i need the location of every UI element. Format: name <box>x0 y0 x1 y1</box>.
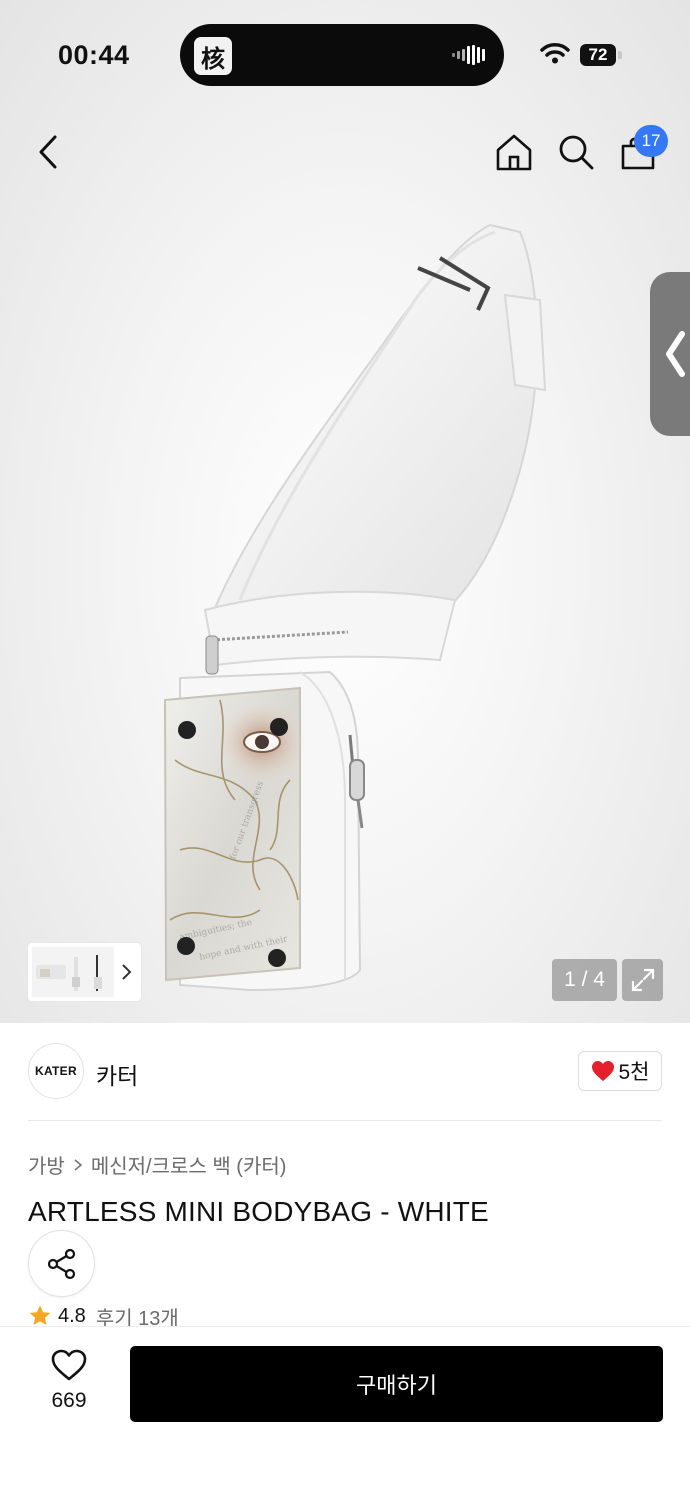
buy-button[interactable]: 구매하기 <box>130 1346 663 1422</box>
home-icon <box>496 134 532 171</box>
brand-like-button[interactable]: 5천 <box>578 1051 662 1091</box>
heart-filled-icon <box>591 1061 614 1081</box>
battery-tip <box>618 51 622 59</box>
thumbnail-images <box>32 947 114 997</box>
island-app-icon: 核 <box>194 37 232 75</box>
back-chevron-icon <box>39 135 57 169</box>
brand-like-count: 5천 <box>618 1061 650 1084</box>
product-image-gallery[interactable]: for our transgress ambiguities; the hope… <box>0 0 690 1023</box>
rating-score: 4.8 <box>58 1304 86 1327</box>
brand-name[interactable]: 카터 <box>96 1057 138 1091</box>
expand-icon <box>631 968 654 992</box>
bottom-action-bar: 669 구매하기 <box>0 1326 690 1500</box>
star-icon <box>29 1305 51 1325</box>
review-count-link[interactable]: 후기 13개 <box>96 1304 179 1329</box>
breadcrumb-category[interactable]: 가방 <box>28 1150 65 1179</box>
breadcrumb-subcategory[interactable]: 메신저/크로스 백 (카터) <box>91 1150 287 1179</box>
brand-logo[interactable]: KATER <box>28 1043 84 1099</box>
battery-indicator: 72 <box>580 44 616 66</box>
breadcrumb: 가방 메신저/크로스 백 (카터) <box>28 1150 286 1179</box>
search-icon <box>559 135 594 170</box>
side-panel-handle[interactable] <box>650 272 690 436</box>
status-time: 00:44 <box>58 40 130 70</box>
dynamic-island: 核 <box>180 24 504 86</box>
thumbnail-preview <box>36 955 102 991</box>
search-button[interactable] <box>552 128 600 176</box>
divider <box>28 1120 662 1121</box>
cart-count-badge: 17 <box>634 125 668 157</box>
rating-row[interactable]: 4.8 후기 13개 <box>28 1304 179 1328</box>
share-button[interactable] <box>28 1230 95 1297</box>
product-title: ARTLESS MINI BODYBAG - WHITE <box>28 1196 489 1227</box>
fullscreen-button[interactable] <box>622 959 663 1001</box>
back-button[interactable] <box>24 128 72 176</box>
image-page-counter: 1 / 4 <box>552 959 617 1001</box>
heart-outline-icon <box>51 1349 87 1381</box>
chevron-right-icon <box>74 1158 83 1171</box>
chevron-right-icon <box>122 964 132 980</box>
wifi-icon <box>540 43 570 64</box>
chevron-left-icon <box>666 331 685 377</box>
brand-row[interactable]: KATER 카터 5천 <box>28 1043 662 1099</box>
wishlist-button[interactable]: 669 <box>34 1349 104 1419</box>
share-icon <box>47 1248 75 1279</box>
wishlist-count: 669 <box>51 1389 87 1412</box>
audio-waveform-icon <box>452 45 485 65</box>
home-button[interactable] <box>490 128 538 176</box>
thumbnail-strip[interactable] <box>28 943 141 1001</box>
